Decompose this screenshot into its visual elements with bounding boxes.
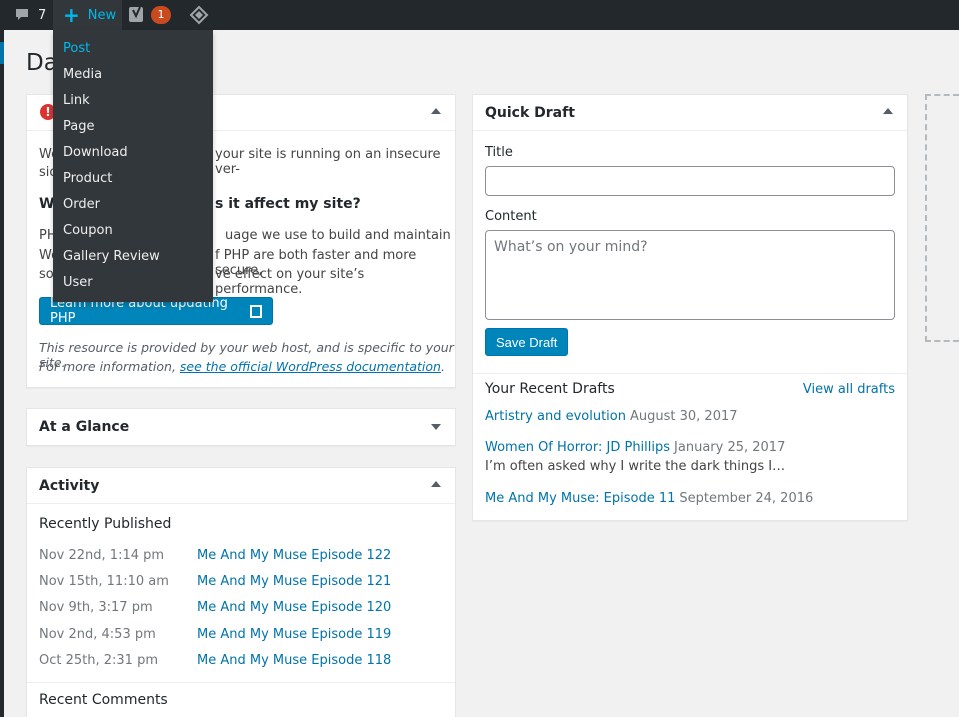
comments-menu[interactable]: 7: [14, 0, 46, 30]
menu-item-product[interactable]: Product: [63, 171, 112, 186]
activity-post-link[interactable]: Me And My Muse Episode 118: [197, 653, 391, 668]
expand-arrow-icon[interactable]: [431, 424, 441, 430]
menu-item-gallery-review[interactable]: Gallery Review: [63, 249, 160, 264]
comments-count: 7: [38, 7, 47, 23]
collapse-arrow-icon[interactable]: [431, 481, 441, 487]
view-all-drafts-link[interactable]: View all drafts: [803, 382, 895, 397]
activity-post-link[interactable]: Me And My Muse Episode 122: [197, 548, 391, 563]
php-para-line3-left: so: [39, 267, 54, 282]
new-content-menu[interactable]: + New: [53, 0, 122, 30]
collapse-arrow-icon[interactable]: [883, 108, 893, 114]
diamond-menu[interactable]: [189, 0, 209, 30]
quick-draft-header[interactable]: Quick Draft: [473, 95, 907, 131]
diamond-icon: [189, 5, 209, 25]
activity-post-link[interactable]: Me And My Muse Episode 121: [197, 574, 391, 589]
at-a-glance-title: At a Glance: [39, 419, 130, 435]
php-heading-right: s it affect my site?: [215, 196, 361, 212]
activity-header[interactable]: Activity: [27, 468, 455, 504]
host-note-suffix: .: [440, 359, 445, 374]
wp-docs-link[interactable]: see the official WordPress documentation: [180, 359, 441, 374]
draft-link[interactable]: Artistry and evolution: [485, 409, 626, 424]
draft-item: Artistry and evolution August 30, 2017: [485, 409, 895, 424]
title-label: Title: [485, 145, 513, 160]
quick-draft-title: Quick Draft: [485, 104, 575, 121]
draft-date: September 24, 2016: [679, 491, 814, 506]
at-a-glance-header[interactable]: At a Glance: [27, 409, 455, 445]
menu-item-order[interactable]: Order: [63, 197, 100, 212]
collapse-arrow-icon[interactable]: [431, 108, 441, 114]
yoast-menu[interactable]: 1: [128, 0, 171, 30]
draft-item: Women Of Horror: JD Phillips January 25, …: [485, 440, 895, 455]
activity-post-link[interactable]: Me And My Muse Episode 119: [197, 627, 391, 642]
menu-item-coupon[interactable]: Coupon: [63, 223, 113, 238]
activity-date: Nov 9th, 3:17 pm: [39, 600, 153, 615]
new-label: New: [87, 7, 117, 23]
draft-date: August 30, 2017: [629, 409, 738, 424]
external-link-icon: [249, 304, 262, 318]
content-label: Content: [485, 209, 537, 224]
divider: [473, 373, 907, 374]
php-text-line1-right: your site is running on an insecure ver-: [215, 147, 441, 177]
host-note-prefix: For more information,: [39, 359, 176, 374]
draft-title-input[interactable]: [485, 166, 895, 196]
draft-item: Me And My Muse: Episode 11 September 24, …: [485, 491, 895, 506]
menu-item-user[interactable]: User: [63, 275, 93, 290]
yoast-icon: [129, 6, 143, 22]
menu-item-download[interactable]: Download: [63, 145, 128, 160]
host-note-line2: For more information, see the official W…: [39, 359, 445, 374]
content-placeholder: What’s on your mind?: [494, 239, 648, 255]
at-a-glance-box: At a Glance: [26, 408, 456, 446]
draft-content-textarea[interactable]: What’s on your mind?: [485, 230, 895, 320]
php-para-line3-right: ve effect on your site’s performance.: [215, 267, 365, 297]
empty-dropzone: [925, 94, 959, 342]
activity-date: Nov 2nd, 4:53 pm: [39, 627, 156, 642]
activity-box: Activity Recently Published Nov 22nd, 1:…: [26, 467, 456, 717]
comment-icon: [16, 9, 28, 20]
php-para-line1-right: uage we use to build and maintain: [225, 228, 451, 243]
save-draft-button[interactable]: Save Draft: [485, 328, 569, 356]
menu-item-link[interactable]: Link: [63, 93, 90, 108]
admin-sidebar-edge: [0, 30, 4, 717]
sidebar-active-indicator: [0, 42, 4, 64]
recently-published-heading: Recently Published: [39, 516, 172, 532]
recent-drafts-heading: Your Recent Drafts: [485, 381, 615, 397]
admin-bar: 7 + New 1: [0, 0, 959, 30]
activity-date: Nov 15th, 11:10 am: [39, 574, 169, 589]
notification-badge: 1: [151, 6, 171, 24]
recent-comments-heading: Recent Comments: [39, 692, 168, 708]
new-content-dropdown: Post Media Link Page Download Product Or…: [53, 30, 213, 302]
quick-draft-box: Quick Draft Title Content What’s on your…: [472, 94, 908, 521]
draft-excerpt: I’m often asked why I write the dark thi…: [485, 459, 786, 474]
draft-link[interactable]: Me And My Muse: Episode 11: [485, 491, 675, 506]
draft-link[interactable]: Women Of Horror: JD Phillips: [485, 440, 670, 455]
activity-post-link[interactable]: Me And My Muse Episode 120: [197, 600, 391, 615]
activity-date: Oct 25th, 2:31 pm: [39, 653, 158, 668]
menu-item-post[interactable]: Post: [63, 41, 90, 56]
divider: [27, 682, 455, 683]
activity-title: Activity: [39, 477, 100, 494]
draft-date: January 25, 2017: [674, 440, 786, 455]
activity-date: Nov 22nd, 1:14 pm: [39, 548, 165, 563]
menu-item-media[interactable]: Media: [63, 67, 102, 82]
menu-item-page[interactable]: Page: [63, 119, 94, 134]
plus-icon: +: [63, 3, 80, 27]
